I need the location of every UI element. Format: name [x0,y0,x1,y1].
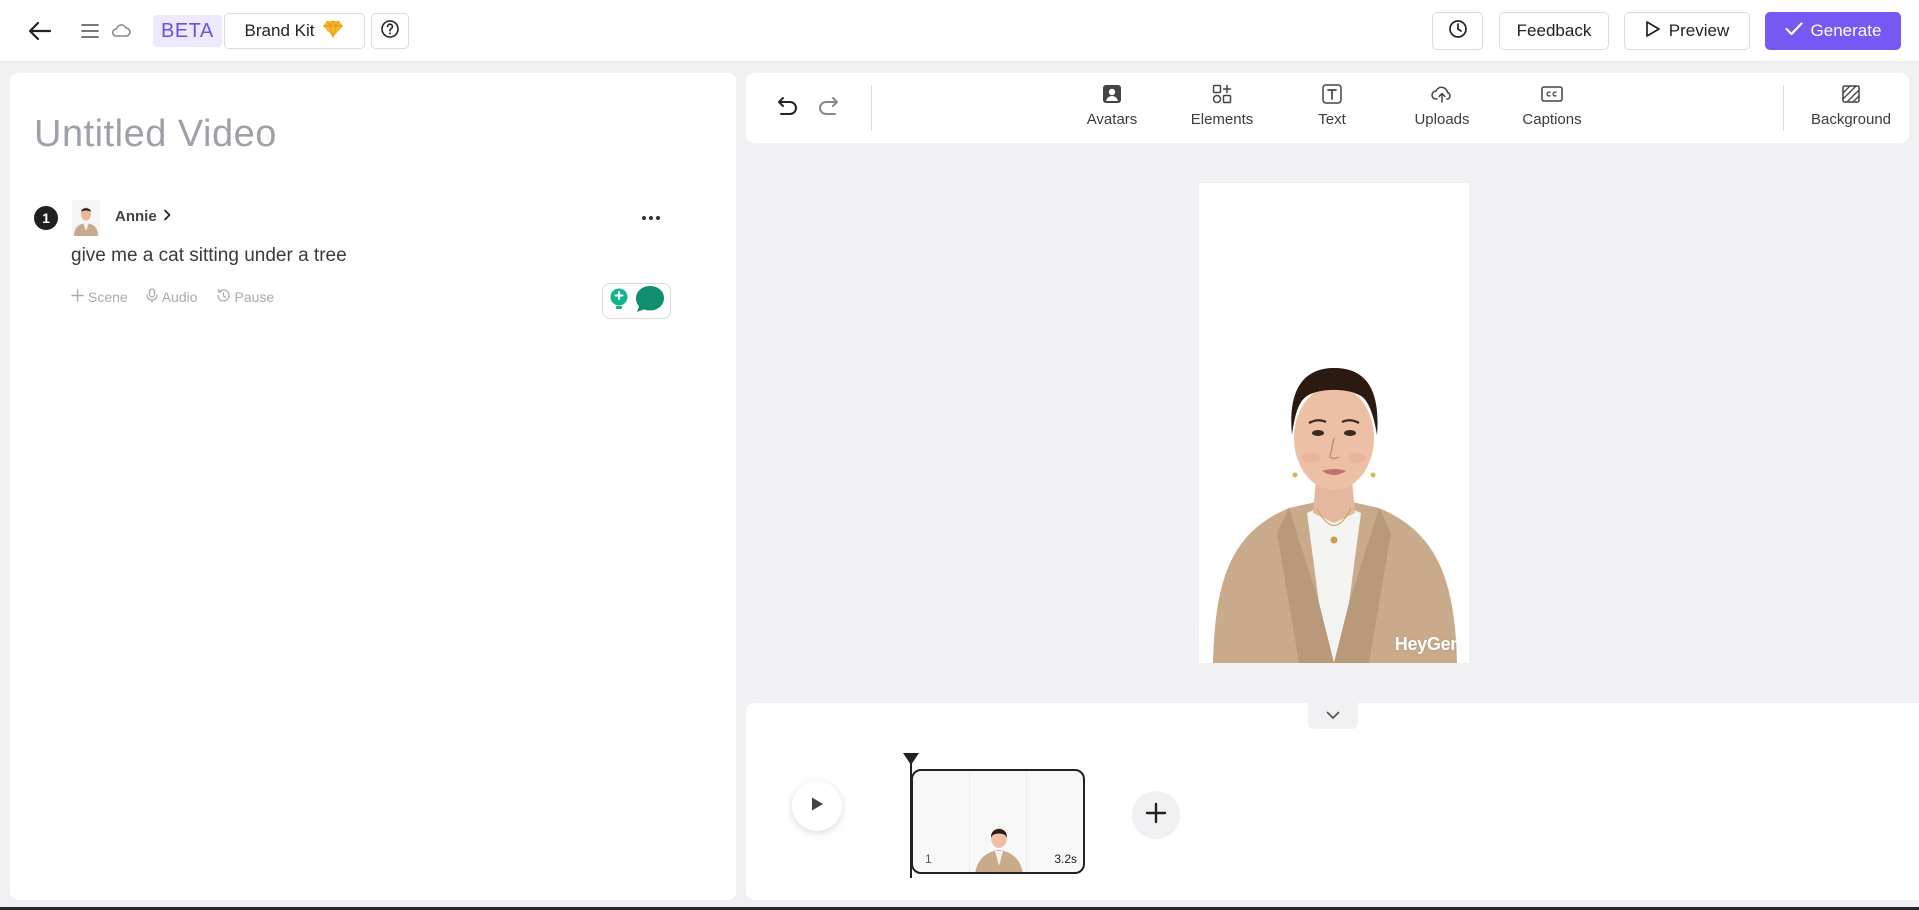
clip-index: 1 [925,852,932,866]
background-hatch-icon [1840,83,1862,105]
chevron-down-icon [1326,707,1340,725]
generate-label: Generate [1810,21,1882,40]
diamond-icon [322,19,344,43]
tool-text[interactable]: Text [1290,83,1374,135]
preview-label: Preview [1668,21,1730,40]
timeline-panel: 1 3.2s [746,703,1919,900]
menu-icon[interactable] [80,20,100,42]
scene-number-badge: 1 [34,206,58,230]
avatar-selector[interactable]: Annie [115,208,171,225]
tool-text-label: Text [1318,111,1346,128]
feedback-button[interactable]: Feedback [1499,12,1609,50]
history-button[interactable] [1432,12,1483,50]
playhead[interactable] [910,753,912,878]
toolbar-divider [871,85,872,131]
heygen-watermark: HeyGen [1394,634,1462,654]
microphone-icon [146,288,158,306]
plus-icon [1145,802,1167,829]
scene-action-label: Scene [88,289,128,305]
clock-icon [1448,19,1468,44]
play-outline-icon [1645,20,1661,43]
pause-action-label: Pause [234,289,275,305]
play-button[interactable] [792,781,842,831]
collapse-timeline-button[interactable] [1308,703,1358,729]
tool-background[interactable]: Background [1803,83,1899,135]
check-icon [1784,21,1803,41]
avatar-name-label: Annie [115,208,157,225]
redo-icon[interactable] [816,93,844,121]
elements-icon [1211,83,1233,105]
generate-button[interactable]: Generate [1765,12,1901,50]
editor-toolbar: Avatars Elements Text Uploads Captions B… [746,73,1909,143]
add-audio-action[interactable]: Audio [146,288,198,306]
add-scene-action[interactable]: Scene [71,288,128,306]
tool-avatars-label: Avatars [1086,111,1138,128]
pause-clock-icon [216,288,231,306]
captions-cc-icon [1541,83,1563,105]
audio-action-label: Audio [161,289,198,305]
tool-elements[interactable]: Elements [1180,83,1264,135]
preview-button[interactable]: Preview [1624,12,1750,50]
undo-icon[interactable] [772,93,800,121]
video-title-input[interactable]: Untitled Video [34,113,277,156]
script-actions: Scene Audio Pause [71,288,274,306]
toolbar-divider [1783,85,1784,131]
tool-elements-label: Elements [1190,111,1254,128]
brand-kit-button[interactable]: Brand Kit [224,13,365,49]
playhead-handle[interactable] [903,753,919,765]
play-icon [810,796,824,817]
lightbulb-icon[interactable] [608,287,630,316]
writing-assistant-widget[interactable] [602,283,671,319]
add-scene-button[interactable] [1132,791,1180,839]
script-panel: Untitled Video 1 Annie give me a cat sit… [10,73,736,900]
timeline-clip[interactable]: 1 3.2s [911,769,1085,874]
tool-uploads[interactable]: Uploads [1400,83,1484,135]
top-bar: BETA Brand Kit Feedback Preview Generate [0,0,1919,62]
tool-uploads-label: Uploads [1414,111,1470,128]
add-pause-action[interactable]: Pause [216,288,275,306]
beta-badge: BETA [153,15,222,47]
upload-cloud-icon [1431,83,1453,105]
clip-duration: 3.2s [1054,852,1077,866]
tool-background-label: Background [1810,111,1892,128]
back-arrow-icon[interactable] [26,18,54,44]
help-button[interactable] [371,13,409,49]
tool-captions-label: Captions [1522,111,1582,128]
avatar-icon [1101,83,1123,105]
chat-bubble-icon[interactable] [634,284,666,319]
cloud-saved-icon [110,20,132,42]
avatar-thumbnail[interactable] [72,200,100,236]
tool-avatars[interactable]: Avatars [1070,83,1154,135]
avatar-figure[interactable] [1199,183,1469,663]
video-canvas[interactable]: HeyGen [1199,183,1469,663]
more-options-icon[interactable] [638,207,664,229]
script-text-editor[interactable]: give me a cat sitting under a tree [71,245,347,267]
plus-icon [71,289,84,305]
tool-captions[interactable]: Captions [1510,83,1594,135]
text-icon [1321,83,1343,105]
question-icon [380,19,400,44]
brand-kit-label: Brand Kit [244,21,315,40]
clip-thumbnail [975,828,1023,872]
chevron-right-icon [163,208,171,225]
